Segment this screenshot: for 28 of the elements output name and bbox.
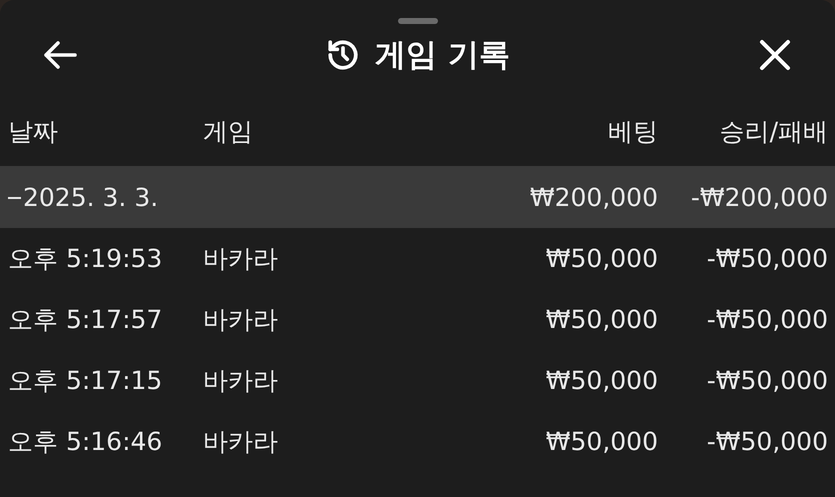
bet-cell-text: ₩50,000 (544, 244, 658, 273)
game-cell-text: 바카라 (203, 426, 279, 458)
result-total: -₩200,000 (690, 182, 828, 212)
bet-cell-text: ₩50,000 (544, 305, 658, 334)
group-row[interactable]: 2025. 3. 3. ₩200,000 -₩200,000 (0, 166, 835, 228)
drag-handle[interactable] (398, 18, 438, 24)
bet-cell-text: ₩50,000 (544, 366, 658, 395)
result-cell-text: -₩50,000 (706, 366, 828, 395)
column-header: 게임 (203, 116, 254, 148)
bet-total: ₩200,000 (528, 182, 658, 212)
window-title: 게임 기록 (375, 36, 510, 75)
game-cell-text: 바카라 (203, 304, 279, 336)
column-header: 베팅 (607, 116, 658, 148)
game-cell-text: 바카라 (203, 243, 279, 275)
game-cell-text: 바카라 (203, 365, 279, 397)
column-header: 날짜 (8, 116, 59, 148)
result-cell-text: -₩50,000 (706, 427, 828, 456)
bet-cell-text: ₩50,000 (544, 427, 658, 456)
close-icon (758, 39, 791, 71)
group-date: 2025. 3. 3. (23, 182, 158, 212)
result-cell-text: -₩50,000 (706, 305, 828, 334)
time-cell-text: 오후 5:17:57 (8, 304, 164, 336)
column-header: 승리/패배 (718, 116, 828, 148)
time-cell-text: 오후 5:17:15 (8, 365, 164, 397)
time-cell-text: 오후 5:16:46 (8, 426, 164, 458)
back-arrow-icon (43, 40, 77, 70)
time-cell-text: 오후 5:19:53 (8, 243, 164, 275)
result-cell-text: -₩50,000 (706, 244, 828, 273)
